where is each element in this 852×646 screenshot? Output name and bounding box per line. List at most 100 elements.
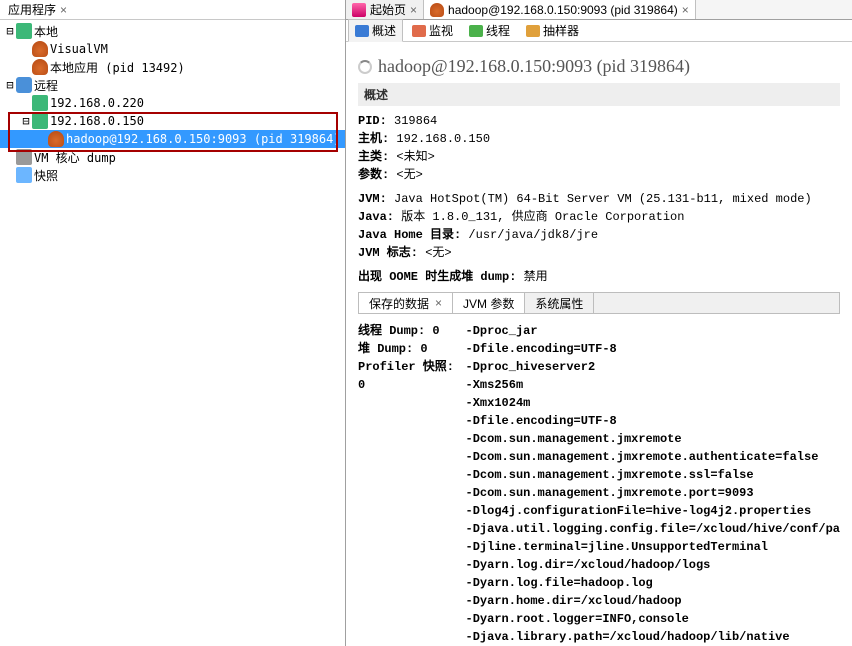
tree-label: 本地 <box>32 23 58 40</box>
host-icon <box>32 113 48 129</box>
mainclass-value: <未知> <box>389 150 435 164</box>
args-label: 参数: <box>358 168 389 182</box>
javahome-label: Java Home 目录: <box>358 228 461 242</box>
applications-tab-label: 应用程序 <box>8 1 56 18</box>
javahome-value: /usr/java/jdk8/jre <box>461 228 598 242</box>
remote-icon <box>16 77 32 93</box>
subtab-label: 抽样器 <box>543 22 579 39</box>
jvm-arg-item: -Dyarn.log.dir=/xcloud/hadoop/logs <box>466 556 840 574</box>
innertab-saved-data[interactable]: 保存的数据 × <box>359 293 453 313</box>
close-icon[interactable]: × <box>60 3 67 17</box>
jvm-arg-item: -Dyarn.log.file=hadoop.log <box>466 574 840 592</box>
tree-node-vmdump[interactable]: VM 核心 dump <box>0 148 345 166</box>
jvm-arg-item: -Dfile.encoding=UTF-8 <box>466 412 840 430</box>
dump-and-args-section: 线程 Dump: 0 堆 Dump: 0 Profiler 快照: 0 -Dpr… <box>358 322 840 646</box>
tab-remote-app[interactable]: hadoop@192.168.0.150:9093 (pid 319864) × <box>424 0 696 19</box>
close-icon[interactable]: × <box>682 3 689 17</box>
collapse-icon[interactable]: ⊟ <box>20 114 32 128</box>
jvm-value: Java HotSpot(TM) 64-Bit Server VM (25.13… <box>387 192 812 206</box>
jvm-arg-item: -Dproc_jar <box>466 322 840 340</box>
subtab-threads[interactable]: 线程 <box>462 19 517 42</box>
tab-label: 起始页 <box>370 1 406 18</box>
editor-tabs: 起始页 × hadoop@192.168.0.150:9093 (pid 319… <box>346 0 852 20</box>
innertab-label: 系统属性 <box>535 295 583 312</box>
jvm-arg-item: -Dcom.sun.management.jmxremote <box>466 430 840 448</box>
jvm-args-list: -Dproc_jar-Dfile.encoding=UTF-8-Dproc_hi… <box>466 322 840 646</box>
host-icon <box>16 23 32 39</box>
jvm-label: JVM: <box>358 192 387 206</box>
jvm-arg-item: -Dcom.sun.management.jmxremote.authentic… <box>466 448 840 466</box>
pid-value: 319864 <box>387 114 437 128</box>
left-panel-header: 应用程序 × <box>0 0 345 20</box>
jvm-arg-item: -Dlog4j.configurationFile=hive-log4j2.pr… <box>466 502 840 520</box>
jvm-arg-item: -Dcom.sun.management.jmxremote.port=9093 <box>466 484 840 502</box>
tree-node-localapp[interactable]: 本地应用 (pid 13492) <box>0 58 345 76</box>
tab-label: hadoop@192.168.0.150:9093 (pid 319864) <box>448 3 678 17</box>
tree-node-remote[interactable]: ⊟ 远程 <box>0 76 345 94</box>
applications-tab[interactable]: 应用程序 × <box>4 0 71 20</box>
overview-icon <box>355 25 369 37</box>
innertab-jvm-args[interactable]: JVM 参数 <box>453 293 525 313</box>
collapse-icon[interactable]: ⊟ <box>4 78 16 92</box>
subtab-overview[interactable]: 概述 <box>348 19 403 42</box>
jvm-arg-item: -Djava.library.path=/xcloud/hadoop/lib/n… <box>466 628 840 646</box>
jvm-arg-item: -Djline.terminal=jline.UnsupportedTermin… <box>466 538 840 556</box>
host-label: 主机: <box>358 132 389 146</box>
heap-dump-count: 堆 Dump: 0 <box>358 342 428 356</box>
tree-node-visualvm[interactable]: VisualVM <box>0 40 345 58</box>
tree-node-local[interactable]: ⊟ 本地 <box>0 22 345 40</box>
jvm-arg-item: -Dcom.sun.management.jmxremote.ssl=false <box>466 466 840 484</box>
host-value: 192.168.0.150 <box>389 132 490 146</box>
tree-label: 远程 <box>32 77 58 94</box>
page-title: hadoop@192.168.0.150:9093 (pid 319864) <box>378 56 690 77</box>
java-value: 版本 1.8.0_131, 供应商 Oracle Corporation <box>394 210 684 224</box>
args-value: <无> <box>389 168 423 182</box>
tree-node-host1[interactable]: 192.168.0.220 <box>0 94 345 112</box>
overview-kv: PID: 319864 主机: 192.168.0.150 主类: <未知> 参… <box>358 112 840 286</box>
java-icon <box>430 3 444 17</box>
jvmflags-label: JVM 标志: <box>358 246 418 260</box>
threads-icon <box>469 25 483 37</box>
applications-tree[interactable]: ⊟ 本地 VisualVM 本地应用 (pid 13492) ⊟ 远程 192.… <box>0 20 345 646</box>
java-icon <box>32 59 48 75</box>
overview-content: hadoop@192.168.0.150:9093 (pid 319864) 概… <box>346 42 852 646</box>
coredump-icon <box>16 149 32 165</box>
close-icon[interactable]: × <box>435 296 442 310</box>
detail-tabs: 概述 监视 线程 抽样器 <box>346 20 852 42</box>
overview-section-header: 概述 <box>358 83 840 106</box>
tree-node-host2[interactable]: ⊟ 192.168.0.150 <box>0 112 345 130</box>
subtab-monitor[interactable]: 监视 <box>405 19 460 42</box>
collapse-icon[interactable]: ⊟ <box>4 24 16 38</box>
tree-label: 本地应用 (pid 13492) <box>48 59 185 76</box>
editor-panel: 起始页 × hadoop@192.168.0.150:9093 (pid 319… <box>346 0 852 646</box>
mainclass-label: 主类: <box>358 150 389 164</box>
profiler-snapshot-count: Profiler 快照: 0 <box>358 360 454 392</box>
jvm-arg-item: -Djava.util.logging.config.file=/xcloud/… <box>466 520 840 538</box>
host-icon <box>32 95 48 111</box>
tree-label: VisualVM <box>48 42 108 56</box>
tree-node-remote-app[interactable]: hadoop@192.168.0.150:9093 (pid 319864) <box>0 130 345 148</box>
jvm-arg-item: -Dyarn.home.dir=/xcloud/hadoop <box>466 592 840 610</box>
jvm-arg-item: -Dfile.encoding=UTF-8 <box>466 340 840 358</box>
tree-node-snapshot[interactable]: 快照 <box>0 166 345 184</box>
loading-icon <box>358 60 372 74</box>
close-icon[interactable]: × <box>410 3 417 17</box>
inner-tabs: 保存的数据 × JVM 参数 系统属性 <box>358 292 840 314</box>
oome-label: 出现 OOME 时生成堆 dump: <box>358 270 516 284</box>
monitor-icon <box>412 25 426 37</box>
snapshot-icon <box>16 167 32 183</box>
subtab-label: 线程 <box>486 22 510 39</box>
jvmflags-value: <无> <box>418 246 452 260</box>
saved-data-list: 线程 Dump: 0 堆 Dump: 0 Profiler 快照: 0 <box>358 322 466 646</box>
subtab-sampler[interactable]: 抽样器 <box>519 19 586 42</box>
innertab-label: JVM 参数 <box>463 295 514 312</box>
tree-label: 快照 <box>32 167 58 184</box>
jvm-arg-item: -Xmx1024m <box>466 394 840 412</box>
innertab-system-props[interactable]: 系统属性 <box>525 293 594 313</box>
tree-label: 192.168.0.220 <box>48 96 144 110</box>
tab-startpage[interactable]: 起始页 × <box>346 0 424 19</box>
jvm-arg-item: -Dyarn.root.logger=INFO,console <box>466 610 840 628</box>
tree-label: 192.168.0.150 <box>48 114 144 128</box>
tree-label: VM 核心 dump <box>32 149 116 166</box>
oome-value: 禁用 <box>516 270 547 284</box>
